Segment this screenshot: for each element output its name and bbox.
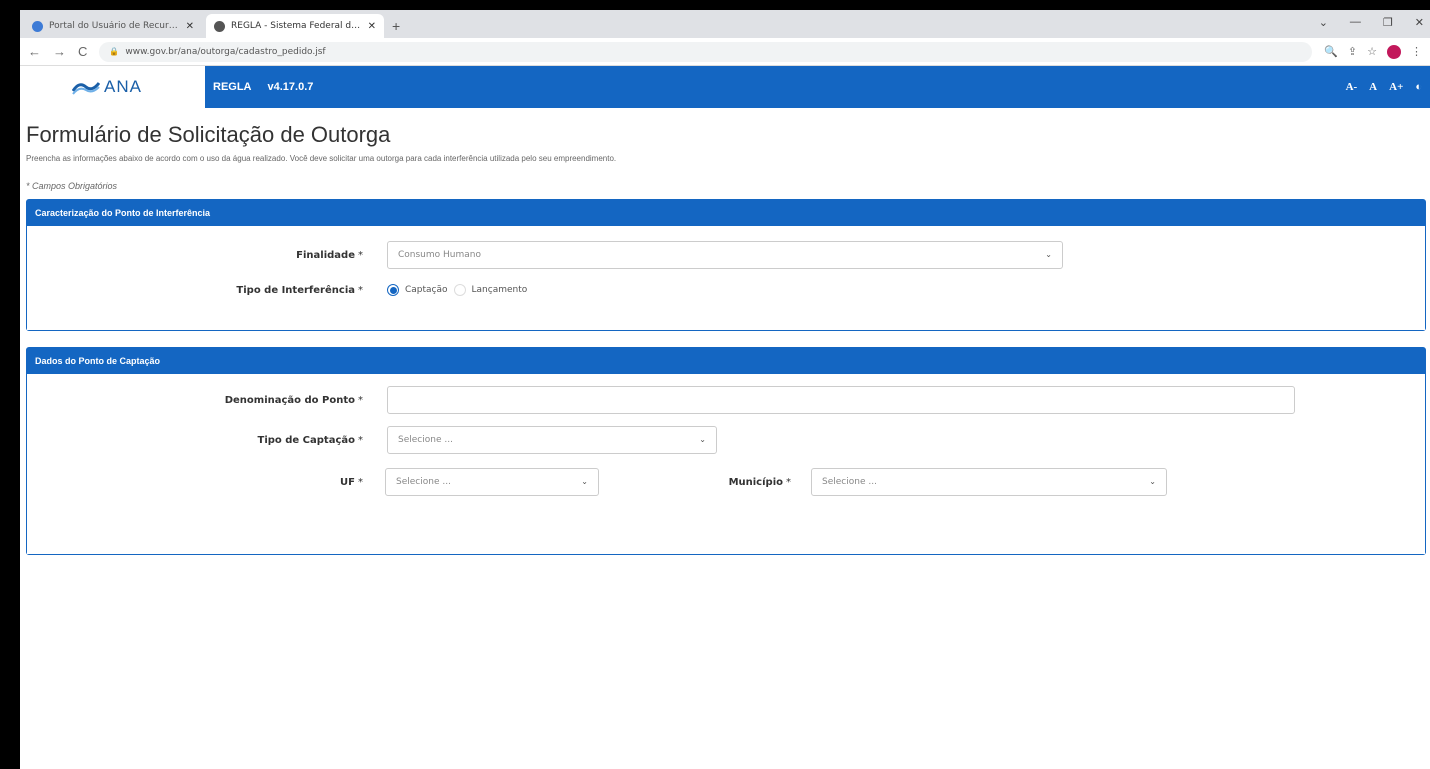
chevron-down-icon: ⌄ <box>1149 477 1156 486</box>
close-tab-icon[interactable]: ✕ <box>186 21 194 32</box>
radio-lancamento[interactable]: Lançamento <box>453 284 527 296</box>
panel-captacao: Dados do Ponto de Captação Denominação d… <box>26 347 1426 555</box>
panel-interferencia: Caracterização do Ponto de Interferência… <box>26 199 1426 331</box>
app-header: ANA REGLA v4.17.0.7 A- A A+ ◐ <box>20 66 1430 108</box>
page-title: Formulário de Solicitação de Outorga <box>26 122 391 147</box>
close-window-button[interactable]: ✕ <box>1415 16 1424 29</box>
tipo-interferencia-label: Tipo de Interferência * <box>236 284 363 296</box>
increase-font-button[interactable]: A+ <box>1389 81 1403 93</box>
denominacao-row: Denominação do Ponto * <box>27 386 1295 414</box>
browser-tab-regla[interactable]: REGLA - Sistema Federal de Reg ✕ <box>206 14 384 38</box>
font-size-controls: A- A A+ ◐ <box>1346 81 1422 93</box>
uf-label: UF * <box>340 476 363 488</box>
ana-wave-icon <box>72 82 100 95</box>
tipo-interferencia-row: Tipo de Interferência * Captação Lançamen… <box>27 284 533 296</box>
menu-dots-icon[interactable]: ⋮ <box>1411 45 1422 58</box>
browser-tab-portal[interactable]: Portal do Usuário de Recursos H ✕ <box>24 14 202 38</box>
uf-municipio-row: UF * Selecione ... ⌄ Município * Selecione… <box>27 468 1167 496</box>
browser-toolbar: ← → C 🔒 www.gov.br/ana/outorga/cadastro_… <box>20 38 1430 66</box>
denominacao-input[interactable] <box>387 386 1295 414</box>
contrast-icon[interactable]: ◐ <box>1415 81 1422 93</box>
panel-body: Finalidade * Consumo Humano ⌄ Tipo de Int… <box>27 226 1425 330</box>
reset-font-button[interactable]: A <box>1369 81 1377 93</box>
radio-selected-icon <box>387 284 399 296</box>
minimize-button[interactable]: — <box>1350 16 1361 29</box>
app-nav-bar: REGLA v4.17.0.7 A- A A+ ◐ <box>205 66 1430 108</box>
required-fields-note: * Campos Obrigatórios <box>26 181 118 191</box>
close-tab-icon[interactable]: ✕ <box>368 21 376 32</box>
main-content: Formulário de Solicitação de Outorga Pre… <box>20 108 1430 555</box>
reload-icon[interactable]: C <box>78 44 87 59</box>
tab-search-icon[interactable]: ⌄ <box>1319 16 1328 29</box>
url-text: www.gov.br/ana/outorga/cadastro_pedido.j… <box>125 46 326 57</box>
system-name[interactable]: REGLA <box>213 81 252 93</box>
chevron-down-icon: ⌄ <box>699 435 706 444</box>
profile-avatar[interactable] <box>1387 44 1401 59</box>
forward-arrow-icon[interactable]: → <box>53 44 66 59</box>
decrease-font-button[interactable]: A- <box>1346 81 1358 93</box>
water-drop-icon <box>32 20 43 32</box>
panel-body: Denominação do Ponto * Tipo de Captação * … <box>27 374 1425 554</box>
page-description: Preencha as informações abaixo de acordo… <box>26 154 617 163</box>
restore-button[interactable]: ❐ <box>1383 16 1393 29</box>
browser-tab-strip: Portal do Usuário de Recursos H ✕ REGLA … <box>20 10 1430 38</box>
panel-heading: Dados do Ponto de Captação <box>27 348 1425 374</box>
tab-title: Portal do Usuário de Recursos H <box>49 21 182 31</box>
denominacao-label: Denominação do Ponto * <box>224 394 363 406</box>
ana-logo[interactable]: ANA <box>20 66 205 108</box>
address-bar[interactable]: 🔒 www.gov.br/ana/outorga/cadastro_pedido… <box>99 41 1313 62</box>
back-arrow-icon[interactable]: ← <box>28 44 41 59</box>
lock-icon: 🔒 <box>109 47 120 56</box>
finalidade-label: Finalidade * <box>296 249 363 261</box>
tipo-captacao-row: Tipo de Captação * Selecione ... ⌄ <box>27 426 717 454</box>
uf-value: Selecione ... <box>396 477 451 487</box>
version-label: v4.17.0.7 <box>267 81 314 93</box>
chevron-down-icon: ⌄ <box>1045 250 1052 259</box>
finalidade-value: Consumo Humano <box>398 250 481 260</box>
bookmark-star-icon[interactable]: ☆ <box>1367 45 1377 58</box>
finalidade-select[interactable]: Consumo Humano ⌄ <box>387 241 1063 269</box>
radio-captacao[interactable]: Captação <box>387 284 448 296</box>
finalidade-row: Finalidade * Consumo Humano ⌄ <box>27 241 1063 269</box>
municipio-value: Selecione ... <box>822 477 877 487</box>
municipio-select[interactable]: Selecione ... ⌄ <box>811 468 1167 496</box>
tab-title: REGLA - Sistema Federal de Reg <box>231 21 364 31</box>
window-controls: ⌄ — ❐ ✕ <box>1319 16 1424 29</box>
panel-heading: Caracterização do Ponto de Interferência <box>27 200 1425 226</box>
tipo-captacao-label: Tipo de Captação * <box>257 434 364 446</box>
logo-text: ANA <box>104 77 142 96</box>
tipo-interferencia-radio-group: Captação Lançamento <box>387 284 533 296</box>
globe-icon <box>214 20 225 32</box>
radio-unselected-icon <box>453 284 466 296</box>
tipo-captacao-select[interactable]: Selecione ... ⌄ <box>387 426 717 454</box>
new-tab-button[interactable]: + <box>392 18 400 34</box>
tipo-captacao-value: Selecione ... <box>398 435 453 445</box>
share-icon[interactable]: ⇪ <box>1348 45 1357 58</box>
browser-window: Portal do Usuário de Recursos H ✕ REGLA … <box>20 10 1430 769</box>
municipio-label: Município * <box>728 476 791 488</box>
toolbar-actions: 🔍 ⇪ ☆ ⋮ <box>1324 44 1422 59</box>
zoom-icon[interactable]: 🔍 <box>1324 45 1338 58</box>
uf-select[interactable]: Selecione ... ⌄ <box>385 468 599 496</box>
chevron-down-icon: ⌄ <box>581 477 588 486</box>
